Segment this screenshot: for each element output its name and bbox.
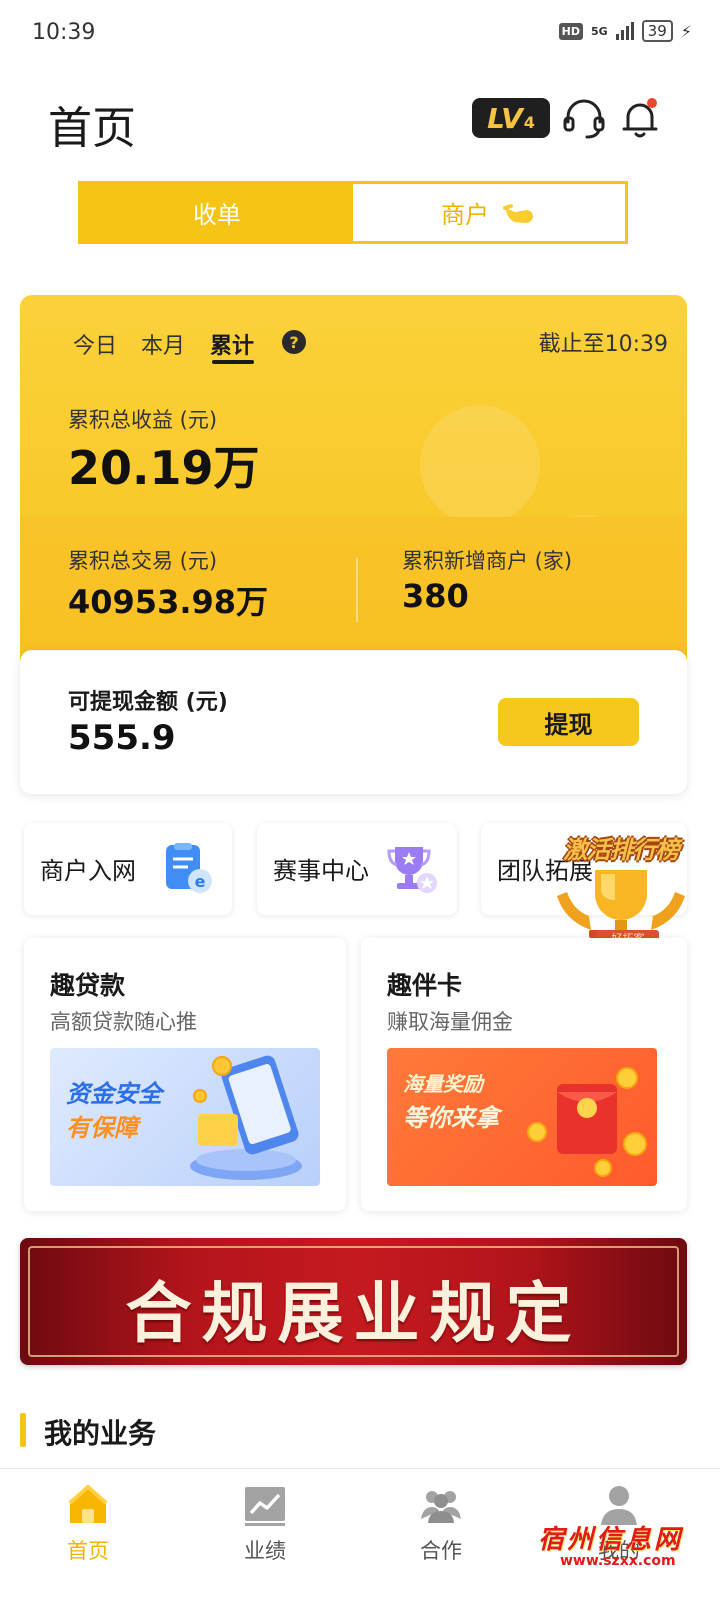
charging-icon: ⚡	[680, 21, 692, 41]
total-income-label: 累积总收益 (元)	[68, 408, 218, 432]
product-subtitle: 高额贷款随心推	[50, 1010, 197, 1034]
network-type: 5G	[590, 24, 608, 38]
section-title: 我的业务	[44, 1417, 157, 1450]
level-badge[interactable]: LV 4	[472, 98, 550, 138]
total-income-value: 20.19万	[68, 441, 260, 495]
nav-item-cooperation[interactable]: 合作	[381, 1483, 501, 1565]
help-icon[interactable]: ?	[282, 330, 306, 354]
quick-entry-label: 赛事中心	[273, 857, 369, 885]
as-of-time: 截止至10:39	[538, 332, 668, 357]
banner-text: 有保障	[66, 1114, 138, 1142]
chart-icon	[245, 1487, 285, 1526]
banner-text: 等你来拿	[403, 1104, 499, 1132]
notification-dot	[647, 98, 657, 108]
banner-text: 海量奖励	[403, 1072, 483, 1096]
new-merchants-label: 累积新增商户 (家)	[402, 549, 573, 573]
partners-icon	[421, 1491, 461, 1523]
tab-merchant[interactable]: 商户	[353, 184, 625, 241]
total-trade-value: 40953.98万	[68, 583, 269, 621]
nav-label: 业绩	[244, 1539, 286, 1563]
tab-merchant-label: 商户	[441, 201, 489, 229]
new-merchants-value: 380	[402, 577, 469, 615]
section-accent-bar	[20, 1413, 26, 1447]
svg-text:e: e	[195, 872, 206, 891]
withdraw-label: 可提现金额 (元)	[68, 690, 228, 715]
tab-acquiring-label: 收单	[193, 201, 241, 229]
nav-label: 合作	[420, 1539, 462, 1563]
phone-coins-illustration	[190, 1055, 302, 1180]
product-banner-loan: 资金安全 有保障	[50, 1048, 320, 1186]
product-subtitle: 赚取海量佣金	[387, 1010, 513, 1034]
total-trade-label: 累积总交易 (元)	[68, 549, 218, 573]
product-banner-card: 海量奖励 等你来拿	[387, 1048, 657, 1186]
stats-divider	[356, 558, 358, 622]
product-card-loan[interactable]: 趣贷款 高额贷款随心推 资金安全 有保障	[24, 938, 346, 1211]
trophy-icon	[387, 847, 437, 893]
level-badge-text: LV	[487, 101, 523, 135]
form-document-icon: e	[166, 843, 212, 893]
quick-entry-event-center[interactable]: 赛事中心	[257, 823, 457, 915]
period-tab-cumulative[interactable]: 累计	[210, 328, 254, 360]
product-card-card[interactable]: 趣伴卡 赚取海量佣金 海量奖励 等你来拿	[361, 938, 687, 1211]
nav-item-performance[interactable]: 业绩	[205, 1483, 325, 1565]
pointing-hand-icon	[503, 203, 533, 223]
period-tab-today[interactable]: 今日	[73, 328, 117, 360]
bell-icon[interactable]	[618, 96, 662, 140]
product-title: 趣伴卡	[387, 971, 463, 1000]
nav-item-home[interactable]: 首页	[28, 1483, 148, 1565]
watermark: 宿州信息网	[538, 1525, 684, 1555]
signal-icon	[615, 22, 634, 40]
period-tab-month[interactable]: 本月	[141, 328, 185, 360]
tab-acquiring[interactable]: 收单	[81, 184, 353, 241]
compliance-banner[interactable]: 合规展业规定	[20, 1238, 687, 1365]
withdraw-button[interactable]: 提现	[498, 698, 639, 746]
watermark-url: www.szxx.com	[560, 1553, 676, 1569]
home-icon	[68, 1485, 108, 1523]
headset-icon[interactable]	[562, 96, 606, 140]
ranking-badge-title: 激活排行榜	[563, 836, 680, 864]
hd-icon: HD	[558, 22, 583, 40]
withdraw-amount: 555.9	[68, 718, 176, 758]
compliance-banner-text: 合规展业规定	[125, 1274, 582, 1352]
page-title: 首页	[48, 103, 136, 154]
product-title: 趣贷款	[50, 971, 126, 1000]
quick-entry-merchant-onboarding[interactable]: 商户入网 e	[24, 823, 232, 915]
nav-label: 首页	[67, 1539, 109, 1563]
battery-icon: 39	[641, 20, 673, 42]
segment-tabs: 收单 商户	[78, 181, 628, 244]
level-badge-number: 4	[523, 112, 535, 132]
status-indicators: HD 5G 39 ⚡	[558, 20, 692, 42]
period-tab-indicator	[212, 360, 254, 364]
status-time: 10:39	[32, 20, 96, 45]
banner-text: 资金安全	[66, 1080, 162, 1108]
quick-entry-label: 商户入网	[40, 857, 136, 885]
red-envelope-coins-illustration	[527, 1067, 647, 1177]
